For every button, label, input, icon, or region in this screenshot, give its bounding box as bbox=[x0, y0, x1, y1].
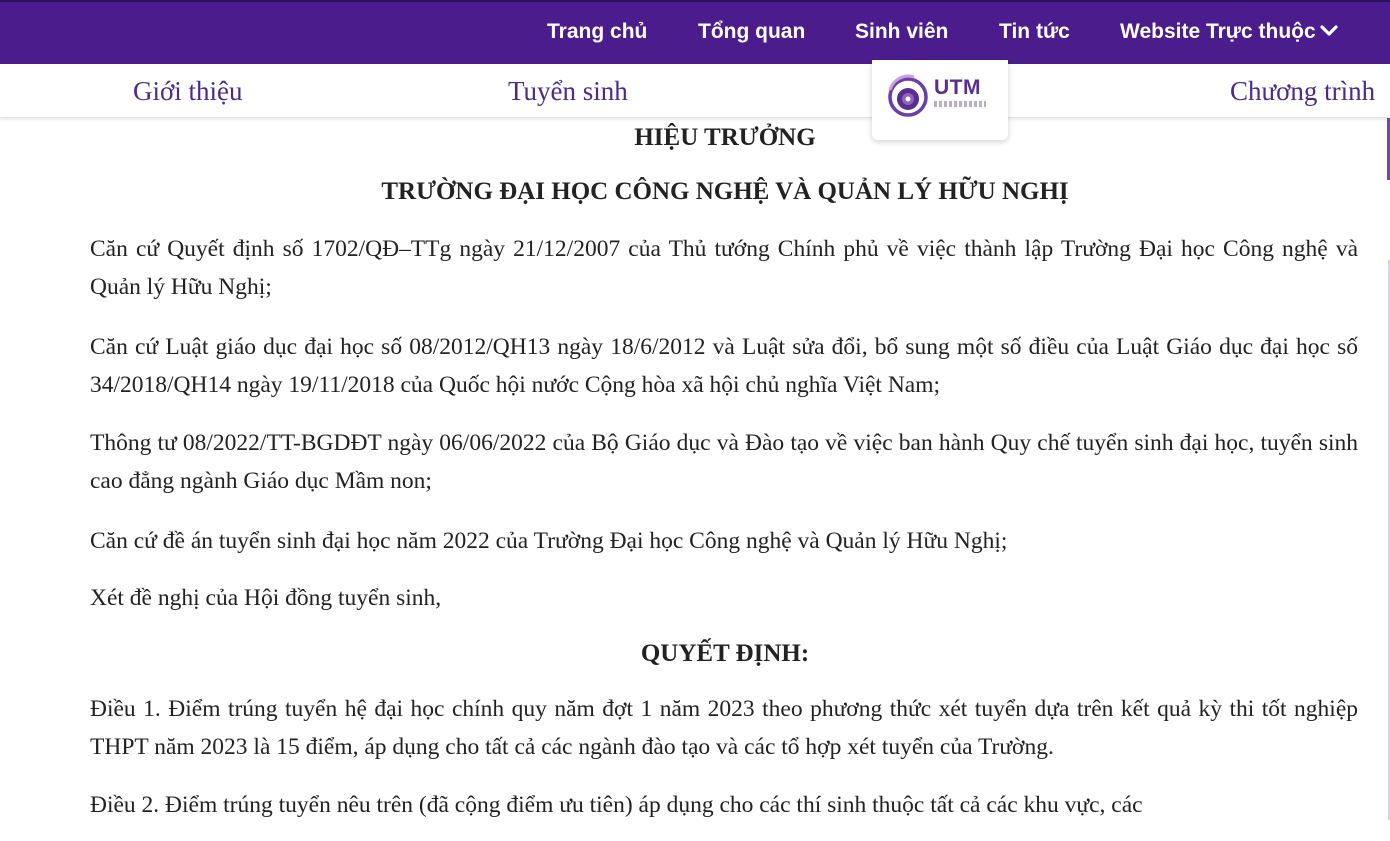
nav-tin-tuc[interactable]: Tin tức bbox=[999, 2, 1070, 64]
subnav-chuong-trinh[interactable]: Chương trình bbox=[1230, 64, 1375, 118]
sub-nav-bar: Giới thiệu Tuyển sinh Chương trình bbox=[0, 64, 1390, 118]
heading-decision: QUYẾT ĐỊNH: bbox=[640, 640, 810, 667]
paragraph-article-2: Điều 2. Điểm trúng tuyển nêu trên (đã cộ… bbox=[90, 792, 1143, 818]
paragraph-enrollment-plan: Căn cứ đề án tuyển sinh đại học năm 2022… bbox=[90, 528, 1008, 554]
nav-website-truc-thuoc-label: Website Trực thuộc bbox=[1120, 20, 1316, 43]
heading-principal: HIỆU TRƯỞNG bbox=[634, 124, 816, 151]
paragraph-circular: Thông tư 08/2022/TT-BGDĐT ngày 06/06/202… bbox=[90, 430, 1358, 494]
university-emblem-icon bbox=[888, 74, 928, 117]
site-logo[interactable]: UTM bbox=[872, 60, 1008, 140]
paragraph-basis-decision: Căn cứ Quyết định số 1702/QĐ–TTg ngày 21… bbox=[90, 236, 1358, 300]
paragraph-council-proposal: Xét đề nghị của Hội đồng tuyển sinh, bbox=[90, 585, 442, 611]
logo-tagline bbox=[934, 101, 986, 107]
nav-sinh-vien[interactable]: Sinh viên bbox=[855, 2, 948, 64]
document-content: HIỆU TRƯỞNG TRƯỜNG ĐẠI HỌC CÔNG NGHỆ VÀ … bbox=[0, 118, 1390, 841]
logo-wordmark: UTM bbox=[934, 76, 981, 99]
subnav-gioi-thieu[interactable]: Giới thiệu bbox=[133, 64, 243, 118]
top-nav-bar: Trang chủ Tổng quan Sinh viên Tin tức We… bbox=[0, 0, 1390, 64]
paragraph-article-1: Điều 1. Điểm trúng tuyển hệ đại học chín… bbox=[90, 696, 1358, 760]
paragraph-basis-law: Căn cứ Luật giáo dục đại học số 08/2012/… bbox=[90, 334, 1358, 398]
subnav-tuyen-sinh[interactable]: Tuyển sinh bbox=[508, 64, 628, 118]
nav-tong-quan[interactable]: Tổng quan bbox=[698, 2, 805, 64]
nav-trang-chu[interactable]: Trang chủ bbox=[547, 2, 647, 64]
nav-website-truc-thuoc[interactable]: Website Trực thuộc bbox=[1120, 2, 1338, 64]
chevron-down-icon bbox=[1320, 25, 1338, 36]
heading-university: TRƯỜNG ĐẠI HỌC CÔNG NGHỆ VÀ QUẢN LÝ HỮU … bbox=[381, 178, 1069, 205]
